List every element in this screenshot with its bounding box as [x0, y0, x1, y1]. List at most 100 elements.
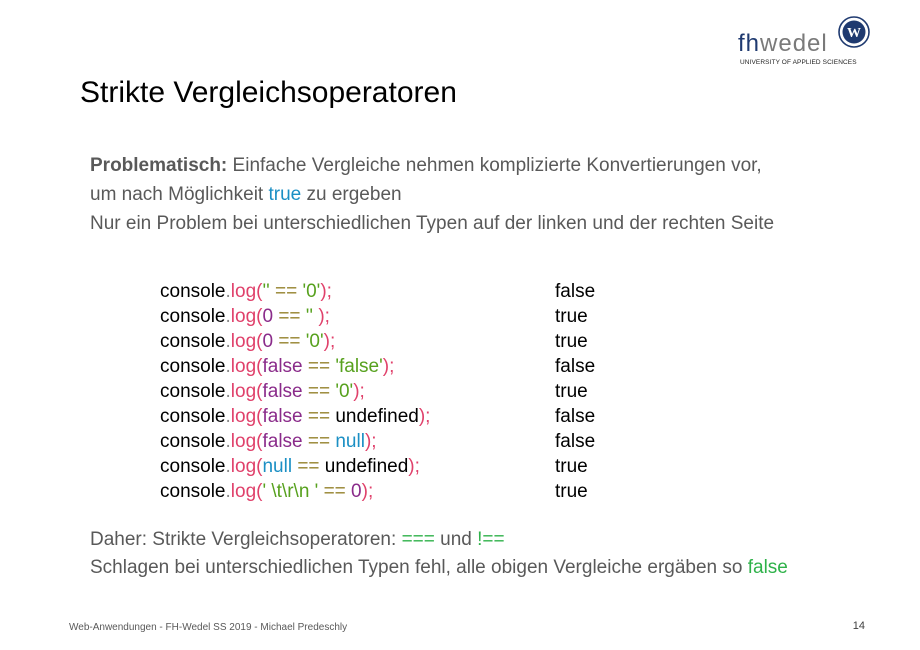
code-line: console.log(' \t\r\n ' == 0); true: [160, 479, 588, 504]
conclusion-line1: Daher: Strikte Vergleichsoperatoren: ===…: [90, 525, 860, 554]
code-token: console: [160, 456, 226, 477]
code-token: false: [262, 406, 303, 427]
code-expression: console.log(false == null);: [160, 431, 377, 452]
code-token: false: [262, 431, 303, 452]
code-expression: console.log(' \t\r\n ' == 0);: [160, 481, 373, 502]
logo-wedel: wedel: [760, 30, 828, 57]
logo-wordmark: fhwedel: [738, 30, 828, 58]
code-token: );: [313, 306, 330, 327]
code-token: );: [408, 456, 420, 477]
code-token: 0: [262, 331, 274, 352]
logo-fh: fh: [738, 30, 761, 57]
conclusion-line2-text: Schlagen bei unterschiedlichen Typen feh…: [90, 557, 748, 578]
code-token: console: [160, 431, 226, 452]
footer-text: Web-Anwendungen - FH-Wedel SS 2019 - Mic…: [69, 622, 348, 633]
code-token: log: [230, 481, 257, 502]
code-token: ==: [273, 306, 306, 327]
code-token: 0: [351, 481, 362, 502]
code-line: console.log(false == 'false'); false: [160, 354, 595, 379]
code-token: ==: [302, 406, 336, 427]
code-result: false: [555, 431, 596, 452]
code-expression: console.log(0 == '' );: [160, 306, 330, 327]
code-token: console: [160, 356, 226, 377]
code-token: log: [230, 331, 257, 352]
code-result: false: [555, 281, 596, 302]
code-token: false: [262, 356, 303, 377]
code-token: );: [418, 406, 431, 427]
code-token: '0': [335, 381, 354, 402]
code-line: console.log('' == '0'); false: [160, 279, 595, 304]
code-result: true: [555, 381, 588, 402]
code-token: console: [160, 306, 226, 327]
code-token: console: [160, 331, 226, 352]
code-expression: console.log(0 == '0');: [160, 331, 335, 352]
intro-line2-pre: um nach Möglichkeit: [90, 184, 269, 205]
code-line: console.log(null == undefined); true: [160, 454, 588, 479]
code-line: console.log(false == undefined); false: [160, 404, 595, 429]
university-seal-icon: W: [838, 16, 870, 48]
code-token: '0': [302, 281, 321, 302]
code-expression: console.log('' == '0');: [160, 281, 332, 302]
page-number: 14: [852, 620, 865, 632]
code-line: console.log(0 == '' ); true: [160, 304, 588, 329]
code-token: log: [230, 356, 257, 377]
code-token: console: [160, 381, 226, 402]
code-token: false: [262, 381, 303, 402]
code-line: console.log(false == null); false: [160, 429, 595, 454]
fh-wedel-logo: fhwedel UNIVERSITY OF APPLIED SCIENCES W: [738, 16, 874, 68]
code-token: undefined: [335, 406, 419, 427]
code-token: console: [160, 281, 226, 302]
code-token: log: [230, 406, 257, 427]
slide-title: Strikte Vergleichsoperatoren: [80, 76, 457, 109]
code-token: null: [262, 456, 293, 477]
code-token: );: [353, 381, 365, 402]
strict-not-equal-operator: !==: [477, 529, 505, 550]
code-token: 0: [262, 306, 274, 327]
code-token: '': [262, 281, 270, 302]
code-token: undefined: [324, 456, 409, 477]
code-expression: console.log(false == '0');: [160, 381, 365, 402]
intro-line3: Nur ein Problem bei unterschiedlichen Ty…: [90, 213, 775, 234]
code-token: ==: [269, 281, 303, 302]
code-token: ==: [273, 331, 306, 352]
code-result: false: [555, 406, 596, 427]
code-token: );: [323, 331, 336, 352]
code-token: log: [230, 381, 257, 402]
code-token: log: [230, 281, 257, 302]
code-result: true: [555, 331, 588, 352]
code-result: true: [555, 481, 588, 502]
intro-line1: Einfache Vergleiche nehmen komplizierte …: [227, 155, 762, 176]
code-token: console: [160, 406, 226, 427]
code-token: null: [335, 431, 365, 452]
conclusion-pre: Daher: Strikte Vergleichsoperatoren:: [90, 529, 402, 550]
code-token: );: [364, 431, 377, 452]
code-result: true: [555, 306, 588, 327]
code-token: '0': [305, 331, 324, 352]
code-token: ' \t\r\n ': [262, 481, 319, 502]
intro-label: Problematisch:: [90, 155, 228, 176]
intro-line2-post: zu ergeben: [301, 184, 402, 205]
code-token: );: [320, 281, 332, 302]
code-token: 'false': [335, 356, 383, 377]
code-token: ==: [302, 356, 336, 377]
code-expression: console.log(null == undefined);: [160, 456, 420, 477]
code-token: log: [230, 306, 257, 327]
conclusion-mid: und: [434, 529, 478, 550]
svg-text:W: W: [847, 26, 861, 41]
code-token: console: [160, 481, 226, 502]
code-example-block: console.log('' == '0'); false console.log(…: [160, 279, 595, 504]
code-result: true: [555, 456, 588, 477]
code-token: '': [305, 306, 314, 327]
code-expression: console.log(false == 'false');: [160, 356, 394, 377]
code-token: );: [361, 481, 374, 502]
code-line: console.log(false == '0'); true: [160, 379, 588, 404]
code-token: ==: [318, 481, 352, 502]
conclusion-line2: Schlagen bei unterschiedlichen Typen feh…: [90, 553, 790, 582]
strict-equal-operator: ===: [401, 529, 435, 550]
code-token: ==: [302, 381, 336, 402]
keyword-true: true: [268, 184, 302, 205]
code-token: ==: [302, 431, 336, 452]
logo-subtitle: UNIVERSITY OF APPLIED SCIENCES: [740, 59, 857, 66]
code-token: );: [382, 356, 395, 377]
code-token: ==: [292, 456, 325, 477]
